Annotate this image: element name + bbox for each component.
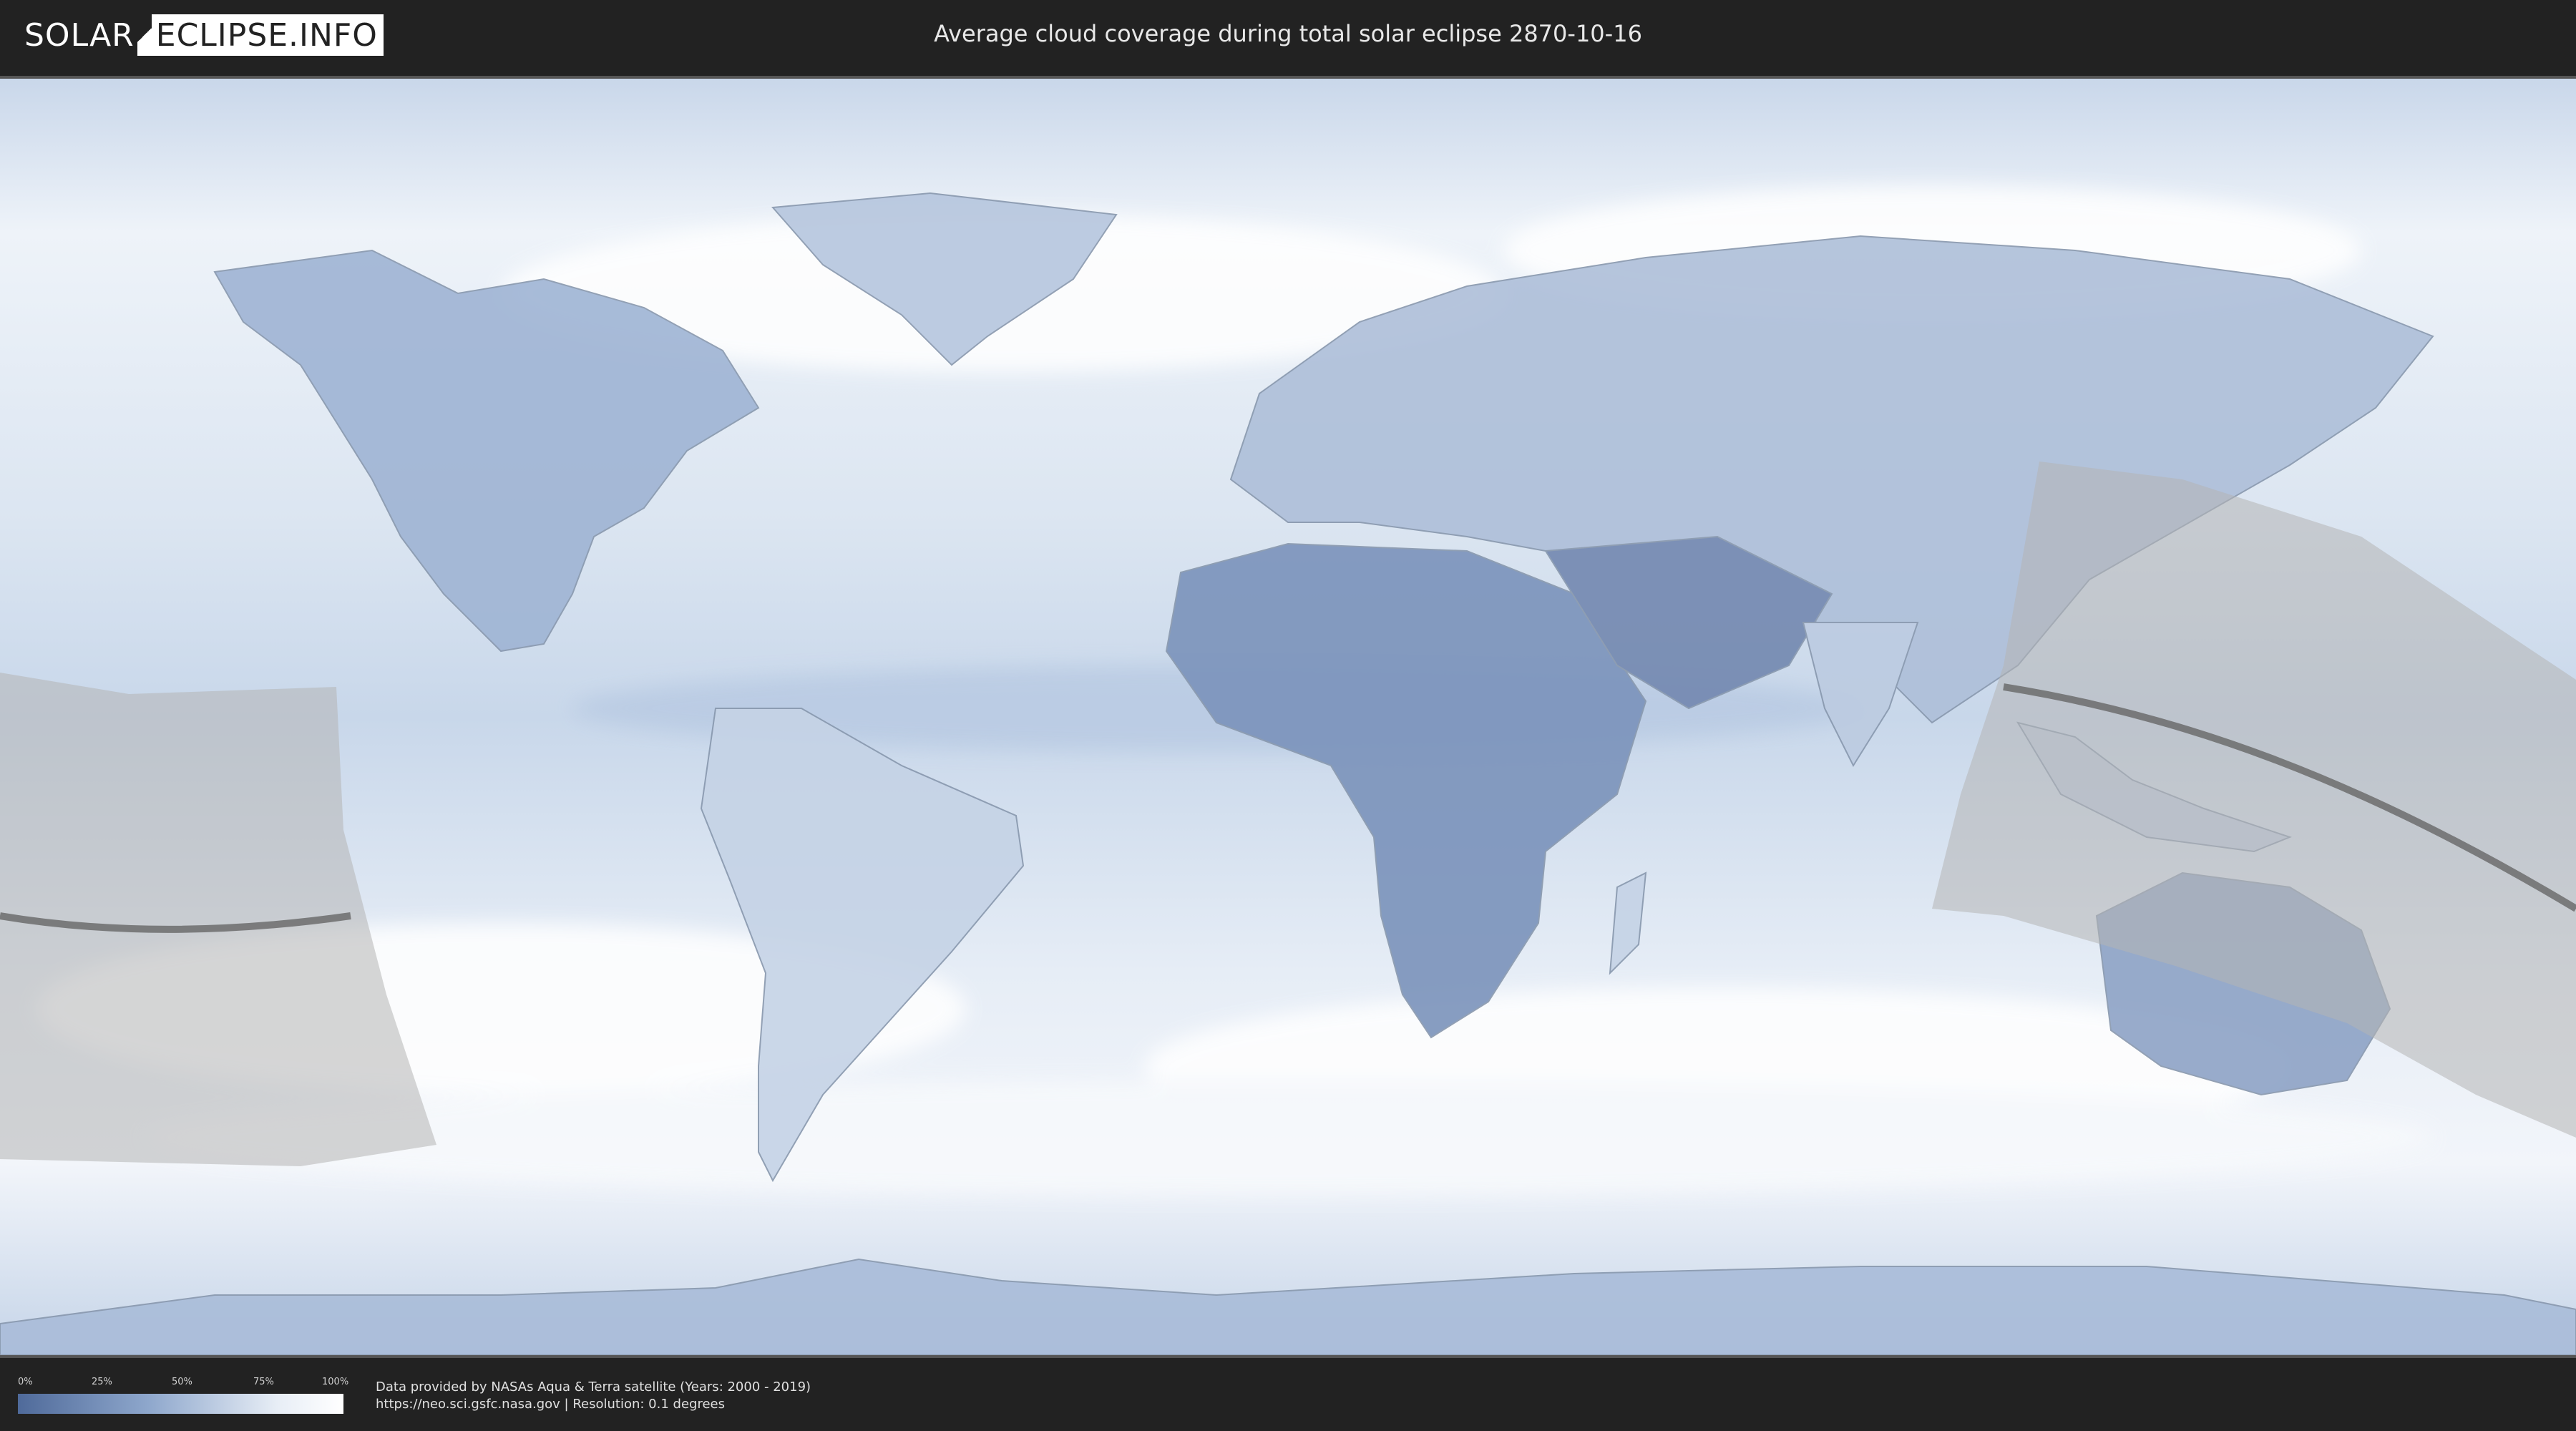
- data-source-url: https://neo.sci.gsfc.nasa.gov | Resoluti…: [376, 1397, 725, 1412]
- world-map-svg: [0, 79, 2576, 1355]
- legend-tick-100: 100%: [322, 1377, 349, 1387]
- cloud-coverage-legend-bar: [18, 1394, 343, 1414]
- legend-tick-0: 0%: [18, 1377, 33, 1387]
- page-title: Average cloud coverage during total sola…: [934, 20, 1642, 47]
- data-credit: Data provided by NASAs Aqua & Terra sate…: [376, 1379, 811, 1395]
- legend-tick-25: 25%: [92, 1377, 112, 1387]
- header-bar: SOLAR ECLIPSE.INFO Average cloud coverag…: [0, 0, 2576, 72]
- legend-tick-50: 50%: [172, 1377, 192, 1387]
- footer-bar: 0% 25% 50% 75% 100% Data provided by NAS…: [0, 1359, 2576, 1431]
- cloud-coverage-map[interactable]: [0, 76, 2576, 1358]
- legend-tick-75: 75%: [253, 1377, 274, 1387]
